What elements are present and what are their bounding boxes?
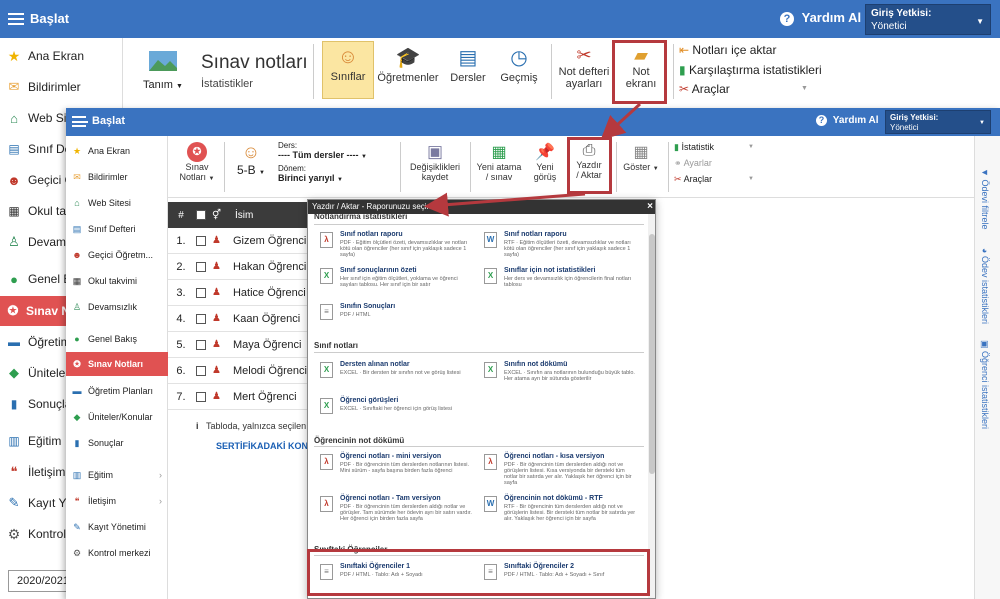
arrow-to-print-button: [600, 102, 642, 141]
callout-arrows: [424, 102, 642, 217]
arrow-to-modal: [424, 192, 586, 217]
